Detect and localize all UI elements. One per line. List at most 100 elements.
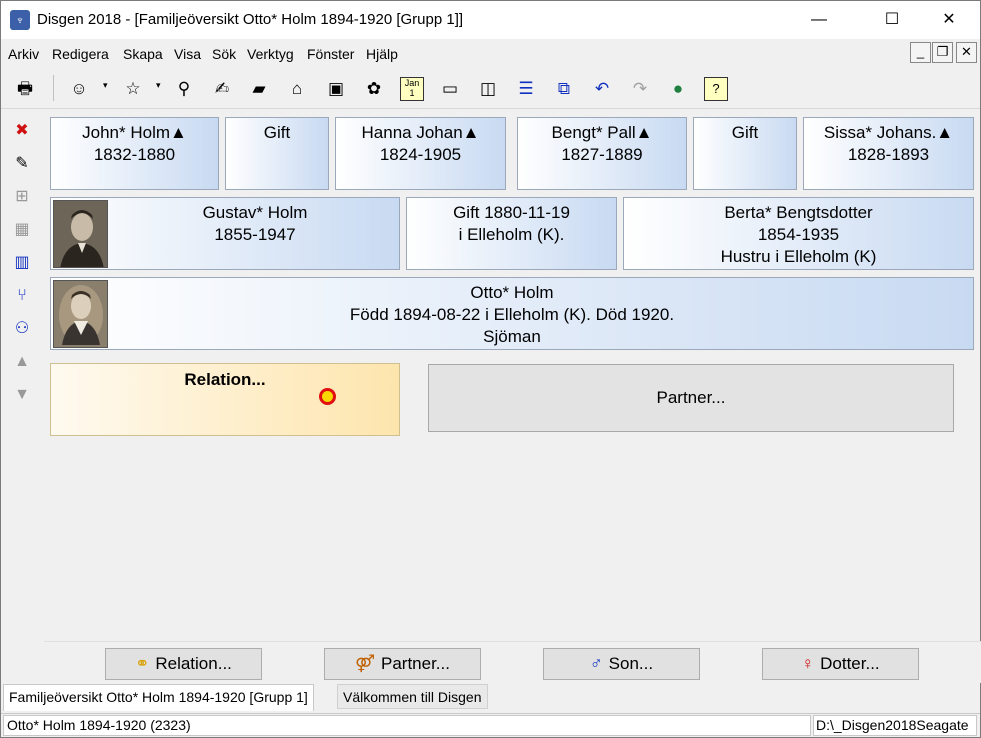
person-name: Bengt* Pall▲ [551,123,653,142]
menu-skapa[interactable]: Skapa [123,46,163,62]
minimize-button[interactable]: — [796,1,842,39]
marriage-date: Gift 1880-11-19 [453,203,570,222]
menu-visa[interactable]: Visa [174,46,201,62]
marriage-paternal-card[interactable]: Gift [225,117,329,190]
redo-icon[interactable]: ↷ [628,77,652,101]
action-button-bar: ⚭ Relation... ⚤ Partner... ♂ Son... ♀ Dotter… [44,641,981,683]
menu-verktyg[interactable]: Verktyg [247,46,294,62]
left-sidebar: ✖ ✎ ⊞ ▦ ▥ ⑂ ⚇ ▲ ▼ [1,111,43,431]
menu-redigera[interactable]: Redigera [52,46,109,62]
son-button[interactable]: ♂ Son... [543,648,700,680]
columns-tree-icon[interactable]: ▥ [10,251,34,275]
edit-document-icon[interactable]: ✎ [10,152,34,176]
person-years: 1854-1935 [757,225,840,244]
gift-icon[interactable]: ▣ [324,77,348,101]
grandfather-paternal-card[interactable]: John* Holm▲ 1832-1880 [50,117,219,190]
grid-icon[interactable]: ▦ [10,218,34,242]
grandfather-maternal-card[interactable]: Bengt* Pall▲ 1827-1889 [517,117,687,190]
marriage-maternal-card[interactable]: Gift [693,117,797,190]
app-icon: ♆ [10,10,30,30]
status-person: Otto* Holm 1894-1920 (2323) [3,715,811,736]
columns-icon[interactable]: ◫ [476,77,500,101]
menu-hjalp[interactable]: Hjälp [366,46,398,62]
window-title: Disgen 2018 - [Familjeöversikt Otto* Hol… [37,11,464,28]
menu-arkiv[interactable]: Arkiv [8,46,39,62]
hand-note-icon[interactable]: ✍ [210,77,234,101]
daughter-button-label: Dotter... [820,654,880,673]
mdi-close-button[interactable]: ✕ [956,42,977,63]
rings-icon: ⚭ [135,654,150,673]
son-icon: ♂ [589,654,603,673]
partner-panel[interactable]: Partner... [428,364,954,432]
status-bar: Otto* Holm 1894-1920 (2323) D:\_Disgen20… [1,713,980,737]
help-icon[interactable]: ? [704,77,728,101]
person-birth-death: Född 1894-08-22 i Elleholm (K). Död 1920… [349,305,675,324]
parents-marriage-card[interactable]: Gift 1880-11-19 i Elleholm (K). [406,197,617,270]
son-button-label: Son... [608,654,654,673]
tab-welcome[interactable]: Välkommen till Disgen [337,684,488,709]
globe-icon[interactable]: ● [666,77,690,101]
tree-icon[interactable]: ⊞ [10,185,34,209]
person-years: 1827-1889 [561,145,643,164]
home-icon[interactable]: ⌂ [285,77,309,101]
app-window: ♆ Disgen 2018 - [Familjeöversikt Otto* H… [0,0,981,738]
up-generation-icon[interactable]: ▲ [10,350,34,374]
mdi-restore-button[interactable]: ❐ [932,42,953,63]
marriage-place: i Elleholm (K). [458,225,565,244]
couple-icon: ⚤ [355,654,375,673]
rows-icon[interactable]: ☰ [514,77,538,101]
partner-button[interactable]: ⚤ Partner... [324,648,481,680]
grandmother-maternal-card[interactable]: Sissa* Johans.▲ 1828-1893 [803,117,974,190]
person-name: Hanna Johan▲ [361,123,480,142]
descendants-icon[interactable]: ⚇ [10,317,34,341]
tab-family-overview[interactable]: Familjeöversikt Otto* Holm 1894-1920 [Gr… [3,684,314,711]
maximize-button[interactable]: ☐ [869,1,915,39]
window-icon[interactable]: ▭ [438,77,462,101]
relation-button[interactable]: ⚭ Relation... [105,648,262,680]
marriage-label: Gift [263,123,291,142]
person-years: 1828-1893 [847,145,930,164]
relation-button-label: Relation... [155,654,232,673]
subject-person-card[interactable]: Otto* Holm Född 1894-08-22 i Elleholm (K… [50,277,974,350]
binoculars-icon[interactable]: ⚲ [172,77,196,101]
person-name: John* Holm▲ [82,123,187,142]
status-path: D:\_Disgen2018Seagate [813,715,977,736]
person-years: 1832-1880 [93,145,176,164]
person-occupation: Sjöman [483,327,541,346]
person-name: Sissa* Johans.▲ [823,123,954,142]
menu-sok[interactable]: Sök [212,46,236,62]
title-bar: ♆ Disgen 2018 - [Familjeöversikt Otto* H… [1,1,980,39]
relation-title: Relation... [184,370,266,389]
cascade-icon[interactable]: ⧉ [552,77,576,101]
window-tabs: Familjeöversikt Otto* Holm 1894-1920 [Gr… [1,684,980,711]
map-icon[interactable]: ✿ [362,77,386,101]
daughter-button[interactable]: ♀ Dotter... [762,648,919,680]
person-star-icon[interactable]: ☆ [121,77,145,101]
relation-panel[interactable]: Relation... [50,363,400,436]
father-card[interactable]: Gustav* Holm 1855-1947 [50,197,400,270]
toolbar-separator [53,75,54,101]
ancestors-icon[interactable]: ⑂ [10,284,34,308]
mother-card[interactable]: Berta* Bengtsdotter 1854-1935 Hustru i E… [623,197,974,270]
chevron-down-icon[interactable]: ▾ [156,80,161,91]
close-person-icon[interactable]: ✖ [10,119,34,143]
marriage-label: Gift [731,123,759,142]
down-generation-icon[interactable]: ▼ [10,383,34,407]
menu-fonster[interactable]: Fönster [307,46,354,62]
person-name: Otto* Holm [470,283,554,302]
person-note: Hustru i Elleholm (K) [720,247,877,266]
calendar-icon[interactable]: Jan 1 [400,77,424,101]
chevron-down-icon[interactable]: ▾ [103,80,108,91]
menu-bar: Arkiv Redigera Skapa Visa Sök Verktyg Fö… [1,39,980,69]
book-icon[interactable]: ▰ [247,77,271,101]
partner-button-label: Partner... [381,654,450,673]
close-button[interactable]: ✕ [926,1,972,39]
person-icon[interactable]: ☺ [67,77,91,101]
mdi-minimize-button[interactable]: _ [910,42,931,63]
toolbar: 🖶 ☺ ▾ ☆ ▾ ⚲ ✍ ▰ ⌂ ▣ ✿ Jan 1 ▭ ◫ ☰ ⧉ ↶ ↷ … [1,71,980,109]
father-photo [53,200,108,268]
person-name: Berta* Bengtsdotter [724,203,873,222]
grandmother-paternal-card[interactable]: Hanna Johan▲ 1824-1905 [335,117,506,190]
undo-icon[interactable]: ↶ [590,77,614,101]
print-icon[interactable]: 🖶 [13,77,37,101]
